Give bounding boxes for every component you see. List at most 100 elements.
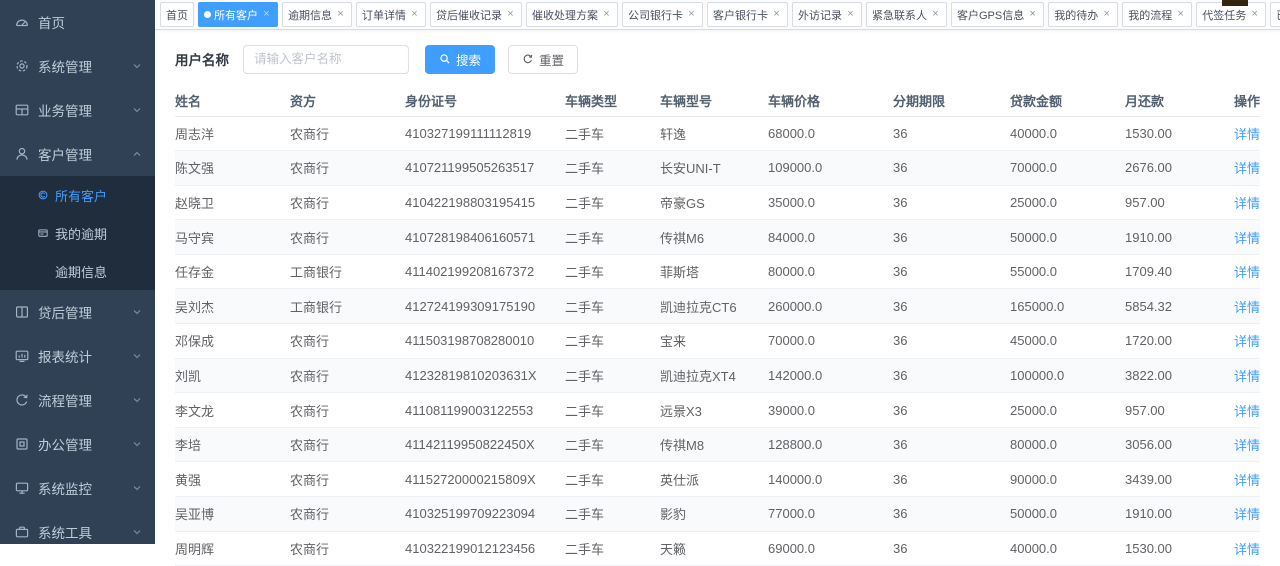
cell-price: 68000.0 xyxy=(768,116,893,151)
close-icon[interactable]: × xyxy=(845,9,856,20)
detail-link[interactable]: 详情 xyxy=(1234,300,1260,315)
sidebar-item-我的逾期[interactable]: 我的逾期 xyxy=(0,214,155,252)
tab-label: 客户GPS信息 xyxy=(957,7,1024,23)
cell-vehicle_type: 二手车 xyxy=(565,289,660,324)
cell-price: 77000.0 xyxy=(768,497,893,532)
tab-已办任务[interactable]: 已办任务× xyxy=(1270,2,1280,27)
close-icon[interactable]: × xyxy=(505,9,516,20)
cell-periods: 36 xyxy=(893,151,1010,186)
close-icon[interactable]: × xyxy=(261,9,272,20)
cell-loan: 50000.0 xyxy=(1010,497,1125,532)
sidebar-item-逾期信息[interactable]: 逾期信息 xyxy=(0,252,155,290)
tab-客户GPS信息[interactable]: 客户GPS信息× xyxy=(951,2,1044,27)
cell-loan: 50000.0 xyxy=(1010,220,1125,255)
reset-button[interactable]: 重置 xyxy=(508,45,578,74)
monitor-icon xyxy=(14,480,30,496)
cell-price: 69000.0 xyxy=(768,531,893,566)
detail-link[interactable]: 详情 xyxy=(1234,507,1260,522)
customers-table: 姓名资方身份证号车辆类型车辆型号车辆价格分期期限贷款金额月还款操作 周志洋农商行… xyxy=(175,86,1260,566)
detail-link[interactable]: 详情 xyxy=(1234,265,1260,280)
cell-loan: 165000.0 xyxy=(1010,289,1125,324)
cell-model: 传祺M6 xyxy=(660,220,768,255)
cell-model: 影豹 xyxy=(660,497,768,532)
close-icon[interactable]: × xyxy=(601,9,612,20)
sidebar-item-首页[interactable]: 首页 xyxy=(0,0,155,44)
close-icon[interactable]: × xyxy=(686,9,697,20)
table-header-row: 姓名资方身份证号车辆类型车辆型号车辆价格分期期限贷款金额月还款操作 xyxy=(175,86,1260,116)
cell-name: 周明辉 xyxy=(175,531,290,566)
detail-link[interactable]: 详情 xyxy=(1234,196,1260,211)
cell-price: 142000.0 xyxy=(768,358,893,393)
cell-vehicle_type: 二手车 xyxy=(565,324,660,359)
tab-客户银行卡[interactable]: 客户银行卡× xyxy=(707,2,788,27)
sidebar-item-系统管理[interactable]: 系统管理 xyxy=(0,44,155,88)
sidebar-item-报表统计[interactable]: 报表统计 xyxy=(0,334,155,378)
detail-link[interactable]: 详情 xyxy=(1234,542,1260,557)
cell-name: 李培 xyxy=(175,427,290,462)
table-row: 周明辉农商行410322199012123456二手车天籁69000.03640… xyxy=(175,531,1260,566)
sidebar-item-客户管理[interactable]: 客户管理 xyxy=(0,132,155,176)
close-icon[interactable]: × xyxy=(1027,9,1038,20)
search-button[interactable]: 搜索 xyxy=(425,45,495,74)
sidebar-item-流程管理[interactable]: 流程管理 xyxy=(0,378,155,422)
cell-periods: 36 xyxy=(893,116,1010,151)
tab-我的流程[interactable]: 我的流程× xyxy=(1122,2,1192,27)
chevron-up-icon xyxy=(131,148,143,160)
tab-催收处理方案[interactable]: 催收处理方案× xyxy=(526,2,618,27)
cell-vehicle_type: 二手车 xyxy=(565,254,660,289)
cell-model: 菲斯塔 xyxy=(660,254,768,289)
cell-action: 详情 xyxy=(1220,427,1260,462)
close-icon[interactable]: × xyxy=(335,9,346,20)
tab-公司银行卡[interactable]: 公司银行卡× xyxy=(622,2,703,27)
cell-id_card: 411081199003122553 xyxy=(405,393,565,428)
close-icon[interactable]: × xyxy=(1249,9,1260,20)
cell-periods: 36 xyxy=(893,220,1010,255)
cell-action: 详情 xyxy=(1220,462,1260,497)
sidebar-item-系统工具[interactable]: 系统工具 xyxy=(0,510,155,554)
detail-link[interactable]: 详情 xyxy=(1234,334,1260,349)
tab-外访记录[interactable]: 外访记录× xyxy=(792,2,862,27)
cell-funder: 工商银行 xyxy=(290,254,405,289)
sidebar-item-办公管理[interactable]: 办公管理 xyxy=(0,422,155,466)
close-icon[interactable]: × xyxy=(1175,9,1186,20)
tab-label: 首页 xyxy=(166,7,188,23)
close-icon[interactable]: × xyxy=(771,9,782,20)
close-icon[interactable]: × xyxy=(1101,9,1112,20)
tab-首页[interactable]: 首页 xyxy=(160,2,194,27)
tab-贷后催收记录[interactable]: 贷后催收记录× xyxy=(430,2,522,27)
cell-monthly: 957.00 xyxy=(1125,185,1220,220)
cell-name: 任存金 xyxy=(175,254,290,289)
sidebar-item-系统监控[interactable]: 系统监控 xyxy=(0,466,155,510)
cell-vehicle_type: 二手车 xyxy=(565,393,660,428)
search-input[interactable] xyxy=(243,45,409,74)
detail-link[interactable]: 详情 xyxy=(1234,231,1260,246)
cell-loan: 90000.0 xyxy=(1010,462,1125,497)
cell-loan: 100000.0 xyxy=(1010,358,1125,393)
detail-link[interactable]: 详情 xyxy=(1234,127,1260,142)
detail-link[interactable]: 详情 xyxy=(1234,473,1260,488)
tab-我的待办[interactable]: 我的待办× xyxy=(1048,2,1118,27)
tab-紧急联系人[interactable]: 紧急联系人× xyxy=(866,2,947,27)
cell-vehicle_type: 二手车 xyxy=(565,497,660,532)
user-icon xyxy=(14,146,30,162)
sidebar-item-所有客户[interactable]: 所有客户 xyxy=(0,176,155,214)
sidebar-item-贷后管理[interactable]: 贷后管理 xyxy=(0,290,155,334)
chevron-down-icon xyxy=(131,482,143,494)
detail-link[interactable]: 详情 xyxy=(1234,369,1260,384)
tab-label: 客户银行卡 xyxy=(713,7,768,23)
close-icon[interactable]: × xyxy=(930,9,941,20)
tab-逾期信息[interactable]: 逾期信息× xyxy=(282,2,352,27)
detail-link[interactable]: 详情 xyxy=(1234,161,1260,176)
cell-periods: 36 xyxy=(893,254,1010,289)
detail-link[interactable]: 详情 xyxy=(1234,438,1260,453)
cell-price: 35000.0 xyxy=(768,185,893,220)
tab-订单详情[interactable]: 订单详情× xyxy=(356,2,426,27)
tab-所有客户[interactable]: 所有客户× xyxy=(198,2,278,27)
close-icon[interactable]: × xyxy=(409,9,420,20)
detail-link[interactable]: 详情 xyxy=(1234,404,1260,419)
sidebar-item-业务管理[interactable]: 业务管理 xyxy=(0,88,155,132)
sidebar-item-label: 贷后管理 xyxy=(38,302,131,322)
cell-name: 邓保成 xyxy=(175,324,290,359)
cell-loan: 40000.0 xyxy=(1010,531,1125,566)
cell-id_card: 410327199111112819 xyxy=(405,116,565,151)
